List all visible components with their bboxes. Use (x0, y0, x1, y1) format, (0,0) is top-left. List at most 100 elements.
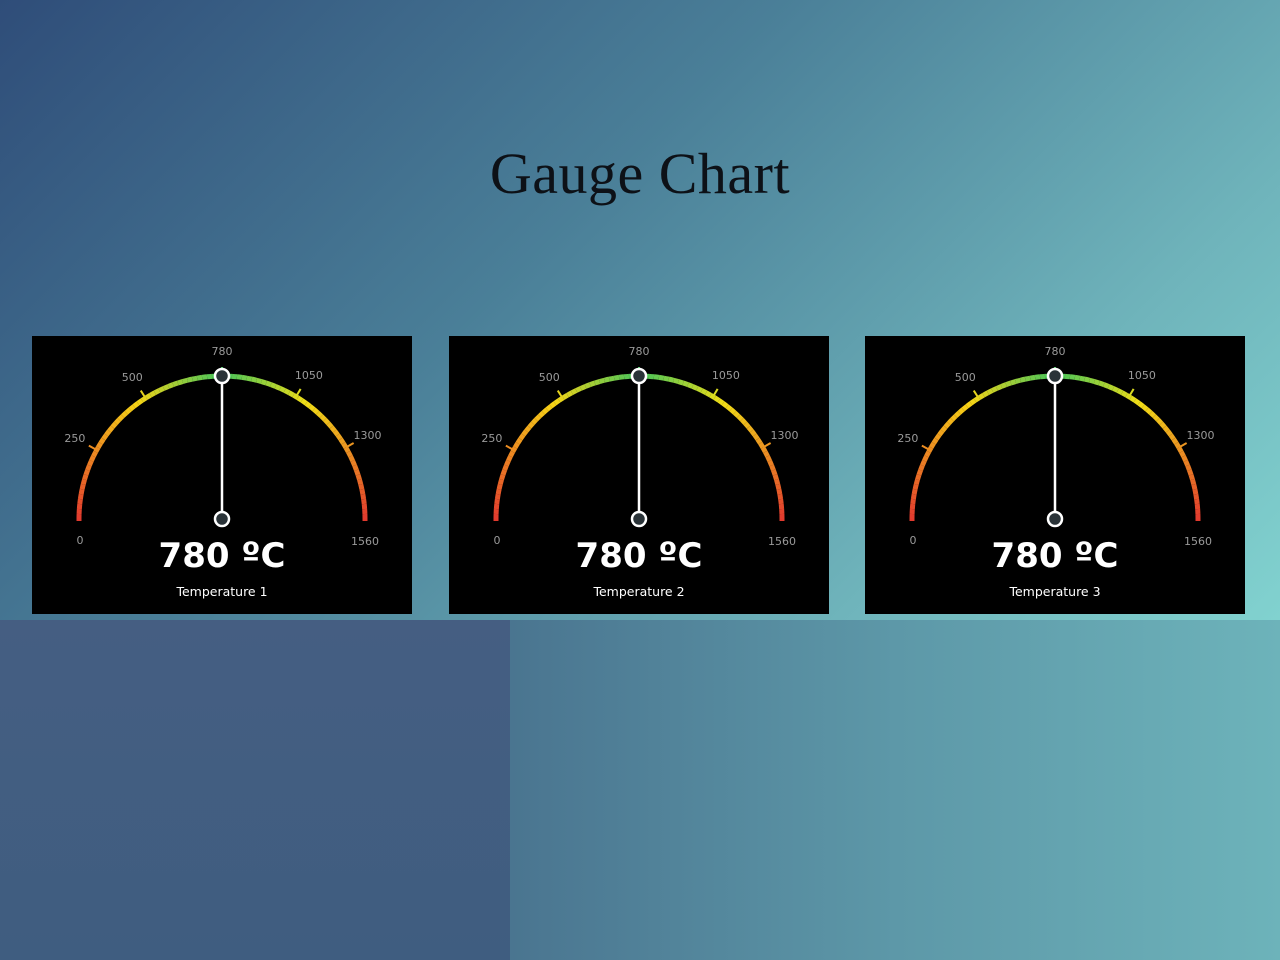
gauge-arc-segment (965, 401, 973, 409)
gauge-arc-segment (341, 441, 349, 449)
gauge-arc-segment (740, 417, 748, 425)
gauge-arc-segment (658, 374, 665, 381)
gauge-arc-segment (312, 407, 320, 415)
gauge-arc-segment (1187, 469, 1194, 476)
gauge-card-temperature-3: 0 250 500 780 1050 1300 1560 780 ºC Temperatur… (865, 336, 1245, 614)
gauge-arc-segment (758, 441, 766, 449)
gauge-arc-segment (769, 464, 776, 471)
gauge-arc-segment (360, 493, 367, 500)
gauge-value: 780 ºC (158, 536, 286, 576)
gauge-arc-segment (144, 392, 152, 400)
gauge-arc-segment (1194, 498, 1200, 505)
gauge-arc-segment (1191, 483, 1198, 490)
gauge-arc-segment (570, 388, 578, 395)
gauge-arc-segment (937, 429, 945, 437)
gauge-arc-segment (346, 450, 353, 458)
gauge-arc-segment (1120, 390, 1128, 398)
gauge-value: 780 ºC (991, 536, 1119, 576)
gauge-arc-segment (98, 437, 106, 445)
gauge-arc-segment (598, 377, 606, 384)
gauge-arc-segment (776, 488, 783, 495)
gauge-label: Temperature 2 (593, 584, 685, 599)
gauge-arc-segment (913, 478, 920, 486)
gauge-arc-segment (912, 483, 919, 490)
gauge-arc-segment (91, 450, 98, 458)
gauge-arc-segment (124, 407, 132, 415)
gauge-arc-segment (1129, 395, 1137, 403)
gauge-arc-segment (518, 433, 526, 441)
gauge-arc-segment (497, 478, 504, 486)
gauge-arc-segment (201, 374, 208, 380)
gauge-arc-segment (594, 379, 601, 386)
gauge-arc-segment (279, 386, 286, 393)
gauge-arc-segment (1088, 377, 1096, 384)
gauge-arc-segment (1176, 446, 1184, 454)
gauge-arc-segment (162, 384, 170, 391)
gauge-arc-segment (575, 386, 582, 393)
gauge-arc-segment (181, 377, 189, 384)
gauge-arc-segment (177, 379, 184, 386)
gauge-arc-segment (1174, 441, 1182, 449)
gauge-arc-segment (1079, 375, 1086, 382)
gauge-arc-segment (778, 498, 784, 505)
gauge-arc-segment (541, 407, 549, 415)
gauge-tick-label: 250 (64, 432, 85, 445)
gauge-needle-pivot (1046, 510, 1064, 528)
gauge-arc-segment (743, 421, 751, 429)
gauge-arc-segment (717, 398, 725, 406)
gauge-arc-segment (1145, 407, 1153, 415)
gauge-arc-segment (995, 384, 1003, 391)
gauge-arc-segment (1133, 398, 1141, 406)
gauge-arc-segment (775, 483, 782, 490)
gauge-arc-segment (950, 414, 958, 422)
gauge-arc-segment (1141, 404, 1149, 412)
gauge-arc-segment (767, 459, 774, 467)
gauge-arc-segment (304, 401, 312, 409)
gauge-arc-segment (946, 417, 954, 425)
gauge-arc-segment (499, 474, 506, 481)
gauge-arc-segment (1029, 374, 1036, 381)
gauge-arc-segment (158, 386, 165, 393)
gauge-arc-segment (725, 404, 733, 412)
gauge-arc-segment (1074, 374, 1081, 381)
gauge-arc-segment (352, 464, 359, 471)
gauge-arc-segment (196, 374, 203, 381)
gauge-arc-segment (251, 376, 258, 383)
gauge-needle-tip (630, 367, 648, 385)
gauge-arc-segment (940, 425, 948, 433)
gauge-arc-segment (78, 488, 85, 495)
gauge-arc-segment (1112, 386, 1119, 393)
gauge-arc-segment (1024, 375, 1031, 382)
gauge-tick-label: 500 (955, 371, 976, 384)
gauge-arc-segment (682, 380, 689, 387)
gauge-arc-segment (561, 392, 569, 400)
gauge-arc-segment (704, 390, 712, 398)
gauge-arc-segment (77, 493, 84, 500)
gauge-arc-segment (668, 376, 675, 383)
gauge-arc-segment (167, 382, 174, 389)
gauge-label: Temperature 3 (1009, 584, 1101, 599)
gauge-arc-segment (186, 376, 193, 383)
gauge-tick-label: 250 (481, 432, 502, 445)
gauge-arc-segment (527, 421, 535, 429)
gauge-arc-segment (241, 374, 248, 381)
gauge-arc-segment (934, 433, 942, 441)
gauge-arc-segment (537, 410, 545, 418)
gauge-arc-segment (136, 398, 144, 406)
gauge-arc-segment (508, 450, 515, 458)
gauge-tick-label: 250 (897, 432, 918, 445)
gauge-arc-segment (733, 410, 741, 418)
gauge-arc-segment (1000, 382, 1007, 389)
gauge-arc-segment (774, 478, 781, 486)
gauge-arc-segment (83, 469, 90, 476)
gauge-arc-segment (777, 493, 784, 500)
gauge-arc-segment (120, 410, 128, 418)
gauge-arc-segment (1171, 437, 1179, 445)
gauge-arc-segment (924, 450, 931, 458)
gauge-arc-segment (1159, 421, 1167, 429)
gauge-arc-segment (1098, 380, 1105, 387)
gauge-arc-segment (755, 437, 763, 445)
gauge-arc-segment (343, 446, 351, 454)
gauge-arc-segment (260, 379, 267, 386)
gauge-arc-segment (87, 459, 94, 467)
